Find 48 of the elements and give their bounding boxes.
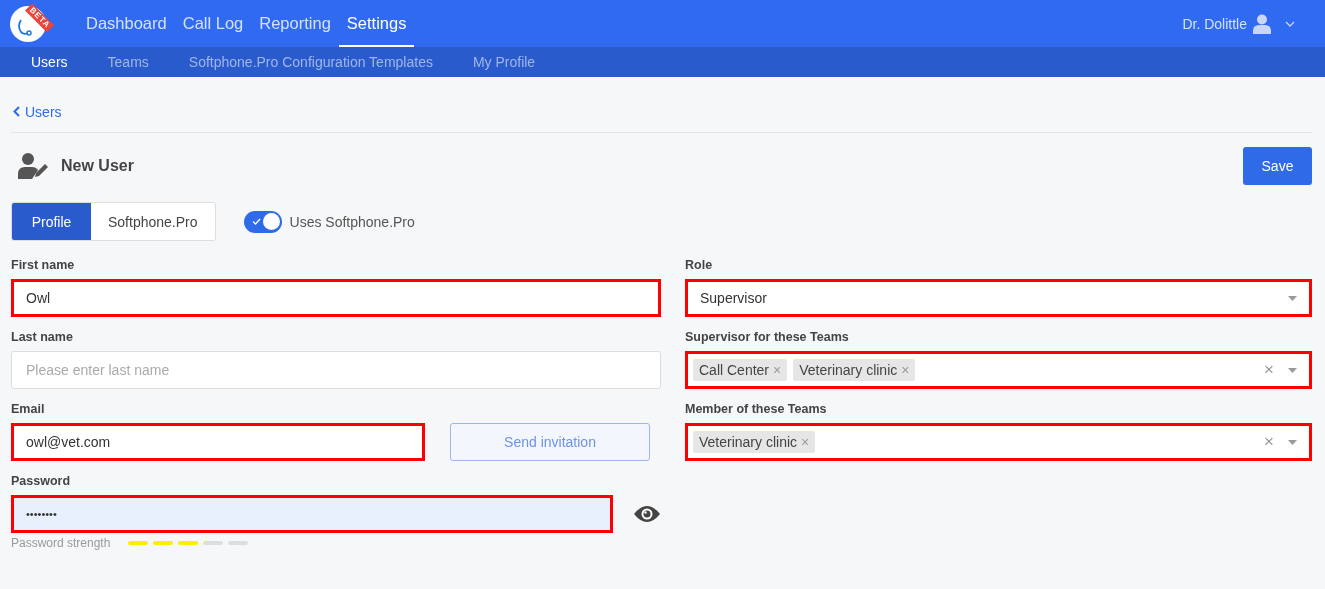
tab[interactable]: Softphone.Pro (91, 203, 215, 240)
team-tag: Call Center × (693, 359, 788, 381)
clear-button[interactable]: × (1264, 360, 1274, 380)
check-icon (251, 218, 261, 225)
role-dropdown[interactable]: Supervisor (685, 279, 1312, 317)
back-link[interactable]: Users (11, 103, 62, 120)
caret-icon (1288, 295, 1297, 301)
toggle-switch[interactable] (243, 210, 282, 233)
team-tag: Veterinary clinic × (693, 431, 816, 453)
nav-tab[interactable]: Call Log (174, 0, 252, 47)
send-invitation-button[interactable]: Send invitation (450, 423, 650, 461)
field-label: Role (685, 258, 714, 272)
chevron-down-icon (1285, 20, 1295, 27)
field-label: Member of these Teams (685, 402, 828, 416)
page-title: New User (61, 157, 134, 175)
toggle-label: Uses Softphone.Pro (289, 213, 415, 230)
nav-tab[interactable]: Reporting (251, 0, 339, 47)
subnav-tab[interactable]: My Profile (472, 54, 536, 70)
password-strength-label: Password strength (11, 536, 111, 550)
subnav-tab[interactable]: Teams (107, 54, 149, 70)
field-label: Supervisor for these Teams (685, 330, 850, 344)
field-label: First name (11, 258, 76, 272)
remove-tag-button[interactable]: × (801, 434, 810, 450)
subnav-tab[interactable]: Users (31, 54, 68, 70)
eye-icon[interactable] (633, 505, 661, 523)
team-select[interactable]: Veterinary clinic × × (685, 423, 1312, 461)
user-menu[interactable]: Dr. Dolittle (1182, 13, 1295, 34)
chevron-left-icon (13, 106, 20, 117)
caret-icon (1288, 439, 1297, 445)
user-icon (1253, 13, 1271, 34)
field-label: Last name (11, 330, 74, 344)
clear-button[interactable]: × (1264, 432, 1274, 452)
team-tag: Veterinary clinic × (793, 359, 916, 381)
field-label: Email (11, 402, 46, 416)
remove-tag-button[interactable]: × (901, 362, 910, 378)
team-select[interactable]: Call Center × Veterinary clinic × × (685, 351, 1312, 389)
subnav-tab[interactable]: Softphone.Pro Configuration Templates (188, 54, 433, 70)
email-field[interactable]: owl@vet.com (11, 423, 425, 461)
user-edit-icon (18, 153, 48, 179)
nav-tab[interactable]: Dashboard (78, 0, 175, 47)
tab[interactable]: Profile (12, 203, 91, 240)
text-field[interactable]: Please enter last name (11, 351, 661, 389)
field-label: Password (11, 474, 72, 488)
password-field[interactable]: •••••••• (11, 495, 613, 533)
remove-tag-button[interactable]: × (773, 362, 782, 378)
save-button[interactable]: Save (1243, 147, 1312, 185)
text-field[interactable]: Owl (11, 279, 661, 317)
caret-icon (1288, 367, 1297, 373)
